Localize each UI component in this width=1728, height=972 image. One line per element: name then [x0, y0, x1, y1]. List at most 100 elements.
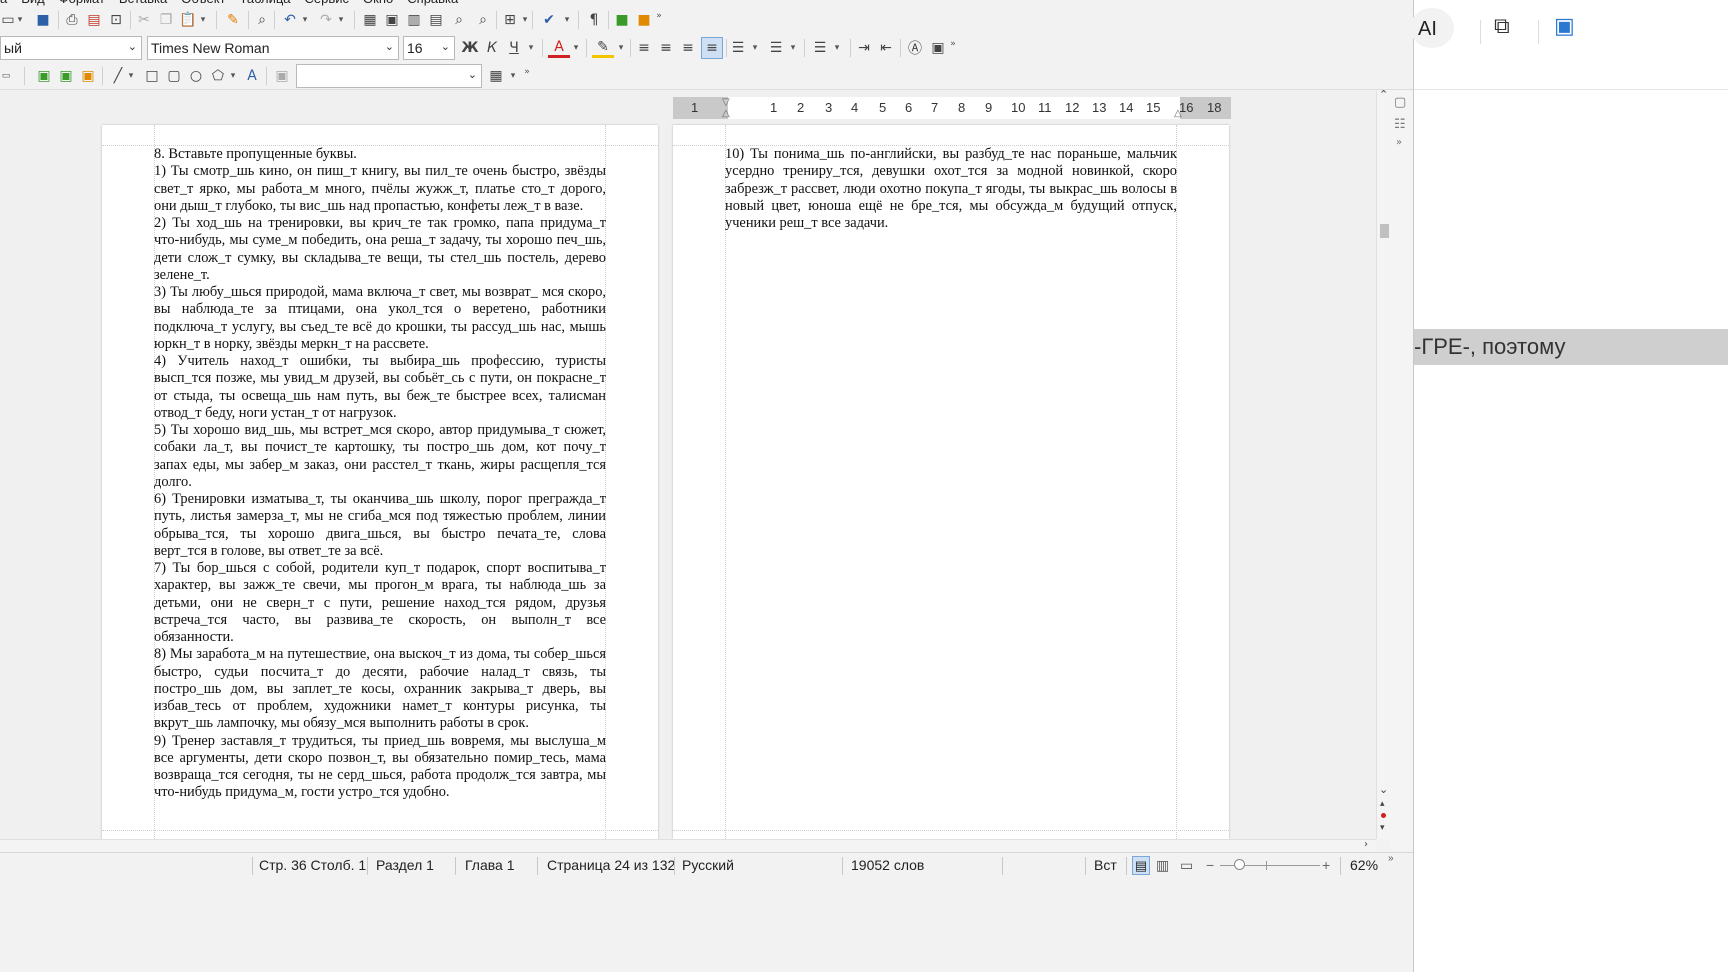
- print-preview-icon[interactable]: ⊡: [106, 10, 126, 30]
- underline-button[interactable]: Ч: [504, 38, 524, 58]
- scroll-thumb[interactable]: [1380, 224, 1389, 238]
- increase-indent-icon[interactable]: ⇥: [854, 38, 874, 58]
- highlight-icon[interactable]: ✎: [592, 38, 614, 58]
- redo-dropdown-icon[interactable]: ▾: [336, 10, 346, 30]
- paragraph-style-combo[interactable]: ый ⌄: [0, 36, 142, 60]
- styles-icon[interactable]: ☷: [1394, 117, 1406, 132]
- frame-icon[interactable]: ▭: [0, 66, 12, 86]
- status-page[interactable]: Страница 24 из 132: [547, 857, 675, 873]
- sidebar-more-icon[interactable]: »: [1396, 137, 1402, 148]
- status-more-icon[interactable]: »: [1388, 853, 1394, 864]
- ellipse-icon[interactable]: ○: [186, 66, 206, 86]
- font-name-combo[interactable]: Times New Roman ⌄: [147, 36, 399, 60]
- right-margin-marker-icon[interactable]: △: [1174, 108, 1182, 119]
- unordered-list-dropdown-icon[interactable]: ▾: [750, 38, 760, 58]
- shapes-dropdown-icon[interactable]: ▾: [228, 66, 238, 86]
- insert-comment-icon[interactable]: ▣: [56, 66, 76, 86]
- align-right-icon[interactable]: ≡: [678, 38, 698, 58]
- paragraph-dialog-icon[interactable]: ▣: [928, 38, 948, 58]
- shapes-icon[interactable]: ⬠: [208, 66, 228, 86]
- translate-icon[interactable]: ⧉: [1494, 14, 1510, 39]
- more-drawing-icon[interactable]: »: [522, 62, 532, 82]
- page-text-left[interactable]: 8. Вставьте пропущенные буквы. 1) Ты смо…: [154, 146, 606, 802]
- align-left-icon[interactable]: ≡: [634, 38, 654, 58]
- navigator-icon[interactable]: ⌕: [472, 10, 494, 30]
- outline-list-dropdown-icon[interactable]: ▾: [832, 38, 842, 58]
- borders-icon[interactable]: ▦: [486, 66, 506, 86]
- document-page-right[interactable]: 10) Ты понима_шь по-английски, вы разбуд…: [673, 125, 1229, 839]
- document-page-left[interactable]: 8. Вставьте пропущенные буквы. 1) Ты смо…: [102, 125, 658, 839]
- ai-button[interactable]: AI: [1418, 18, 1437, 41]
- undo-dropdown-icon[interactable]: ▾: [300, 10, 310, 30]
- screenshot-icon[interactable]: ▣: [1554, 14, 1575, 39]
- left-margin-marker-icon[interactable]: △: [722, 108, 730, 119]
- multi-page-view-icon[interactable]: ▥: [1156, 857, 1169, 874]
- align-justify-icon[interactable]: ≡: [701, 37, 723, 59]
- document-workspace[interactable]: 8. Вставьте пропущенные буквы. 1) Ты смо…: [0, 91, 1376, 839]
- chevron-down-icon[interactable]: ⌄: [441, 40, 450, 53]
- scroll-up-icon[interactable]: ⌃: [1379, 88, 1388, 101]
- cut-icon[interactable]: ✂: [134, 10, 154, 30]
- chevron-down-icon[interactable]: ⌄: [385, 40, 394, 53]
- indent-marker-icon[interactable]: ▽: [722, 97, 730, 108]
- status-language[interactable]: Русский: [682, 857, 734, 873]
- highlight-dropdown-icon[interactable]: ▾: [616, 38, 626, 58]
- more-tools-icon[interactable]: »: [654, 6, 664, 26]
- borders-dropdown-icon[interactable]: ▾: [508, 66, 518, 86]
- status-insert-mode[interactable]: Вст: [1094, 857, 1117, 873]
- font-color-button[interactable]: A: [548, 38, 570, 58]
- clone-formatting-icon[interactable]: ✎: [222, 10, 244, 30]
- line-dropdown-icon[interactable]: ▾: [126, 66, 136, 86]
- export-pdf-icon[interactable]: ▤: [84, 10, 104, 30]
- chevron-down-icon[interactable]: ⌄: [128, 40, 137, 53]
- single-page-view-icon[interactable]: ▤: [1132, 856, 1150, 875]
- unordered-list-icon[interactable]: ☰: [728, 38, 748, 58]
- insert-chart-icon[interactable]: ▥: [404, 10, 424, 30]
- scroll-down-icon[interactable]: ⌄: [1379, 783, 1388, 796]
- chevron-down-icon[interactable]: ⌄: [468, 68, 477, 81]
- horizontal-ruler[interactable]: 1 1 2 3 4 5 6 7 8 9 10 11 12 13 14 15 16 18 ▽ △ △: [673, 97, 1231, 119]
- zoom-icon[interactable]: ⌕: [448, 10, 470, 30]
- outline-list-icon[interactable]: ☰: [810, 38, 830, 58]
- next-page-icon[interactable]: ▾: [1380, 823, 1385, 833]
- insert-table-icon[interactable]: ▦: [360, 10, 380, 30]
- fontwork-icon[interactable]: A: [242, 66, 262, 86]
- rounded-rectangle-icon[interactable]: ▢: [164, 66, 184, 86]
- zoom-level[interactable]: 62%: [1350, 857, 1378, 873]
- spellcheck-dropdown-icon[interactable]: ▾: [562, 10, 572, 30]
- spellcheck-icon[interactable]: ✔: [538, 10, 560, 30]
- decrease-indent-icon[interactable]: ⇤: [876, 38, 896, 58]
- zoom-in-button[interactable]: +: [1322, 857, 1330, 873]
- redo-icon[interactable]: ↷: [316, 10, 336, 30]
- bold-button[interactable]: Ж: [460, 38, 480, 58]
- previous-page-icon[interactable]: ▴: [1380, 799, 1385, 809]
- insert-image-icon[interactable]: ▣: [382, 10, 402, 30]
- page-text-right[interactable]: 10) Ты понима_шь по-английски, вы разбуд…: [725, 146, 1177, 232]
- formatting-marks-icon[interactable]: ¶: [584, 10, 604, 30]
- save-icon[interactable]: ■: [33, 10, 53, 30]
- font-size-combo[interactable]: 16 ⌄: [403, 36, 455, 60]
- rectangle-icon[interactable]: □: [142, 66, 162, 86]
- undo-icon[interactable]: ↶: [280, 10, 300, 30]
- status-word-count[interactable]: 19052 слов: [851, 857, 924, 873]
- insert-textbox-green-icon[interactable]: ▣: [34, 66, 54, 86]
- insert-note-icon[interactable]: ▣: [78, 66, 98, 86]
- insert-special-icon[interactable]: ■: [612, 10, 632, 30]
- italic-button[interactable]: К: [482, 38, 502, 58]
- style-name-combo[interactable]: ⌄: [296, 64, 482, 88]
- horizontal-scrollbar[interactable]: ›: [0, 839, 1376, 852]
- paste-dropdown-icon[interactable]: ▾: [198, 10, 208, 30]
- insert-signature-icon[interactable]: ■: [634, 10, 654, 30]
- properties-icon[interactable]: ▢: [1394, 95, 1406, 110]
- character-dialog-icon[interactable]: Ⓐ: [905, 38, 925, 58]
- more-formatting-icon[interactable]: »: [948, 34, 958, 54]
- insert-textbox-icon[interactable]: ▤: [426, 10, 446, 30]
- font-color-dropdown-icon[interactable]: ▾: [571, 38, 581, 58]
- line-icon[interactable]: ╱: [108, 66, 128, 86]
- print-icon[interactable]: ⎙: [62, 10, 82, 30]
- open-dropdown-icon[interactable]: ▾: [16, 10, 24, 30]
- vertical-scrollbar[interactable]: ⌃ ⌄ ▴ ▾: [1376, 88, 1390, 839]
- paste-icon[interactable]: 📋: [178, 10, 198, 30]
- scroll-right-icon[interactable]: ›: [1364, 839, 1368, 850]
- underline-dropdown-icon[interactable]: ▾: [526, 38, 536, 58]
